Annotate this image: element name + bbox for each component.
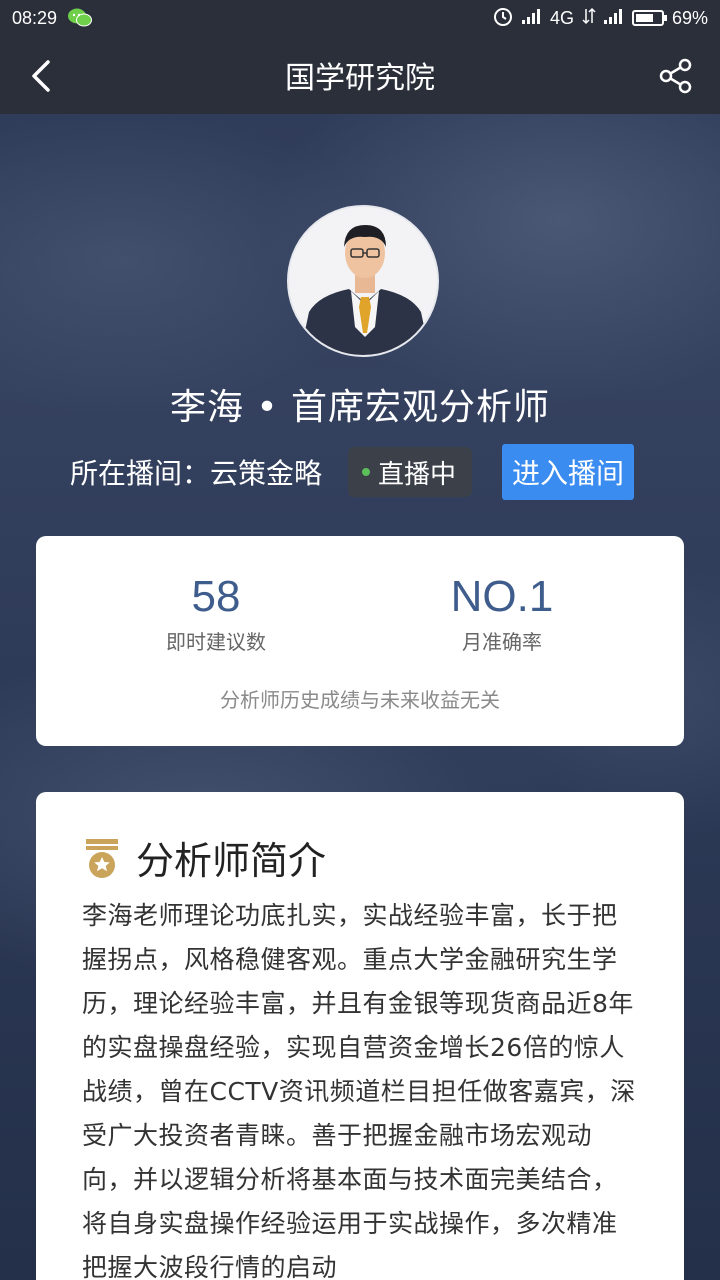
stats-card: 58 即时建议数 NO.1 月准确率 分析师历史成绩与未来收益无关: [36, 536, 684, 746]
battery-percent: 69%: [671, 7, 708, 28]
intro-title: 分析师简介: [136, 839, 327, 883]
back-icon[interactable]: [26, 58, 58, 94]
enter-room-button[interactable]: 进入播间: [502, 444, 635, 500]
room-label: 所在播间：云策金略: [70, 457, 323, 490]
intro-card: 分析师简介 李海老师理论功底扎实，实战经验丰富，长于把握拐点，风格稳健客观。重点…: [36, 792, 684, 1280]
alarm-icon: [492, 5, 514, 32]
accuracy-rank-value: NO.1: [450, 572, 554, 621]
advice-count-label: 即时建议数: [166, 630, 266, 654]
signal-icon-2: [603, 8, 624, 29]
battery-icon: [631, 10, 667, 26]
live-status-label: 直播中: [378, 459, 457, 490]
advice-count-stat: 58 即时建议数: [96, 572, 336, 655]
live-status-badge: 直播中: [348, 447, 473, 497]
intro-text: 李海老师理论功底扎实，实战经验丰富，长于把握拐点，风格稳健客观。重点大学金融研究…: [82, 901, 636, 1280]
status-indicators: 4G 69%: [492, 5, 708, 32]
status-bar: 08:29 4G 69%: [0, 0, 720, 36]
advice-count-value: 58: [191, 572, 241, 621]
signal-icon: [521, 8, 542, 29]
share-icon[interactable]: [658, 58, 694, 94]
network-type: 4G: [549, 7, 574, 28]
data-transfer-icon: [582, 7, 596, 30]
wechat-icon: [67, 7, 93, 29]
page-title: 国学研究院: [285, 61, 435, 96]
intro-header: 分析师简介: [84, 830, 326, 885]
performance-disclaimer: 分析师历史成绩与未来收益无关: [220, 688, 500, 712]
medal-icon: [84, 837, 120, 879]
nav-bar: 国学研究院: [0, 36, 720, 114]
room-row: 所在播间：云策金略 直播中 进入播间: [70, 444, 635, 500]
analyst-avatar: [287, 205, 439, 357]
accuracy-rank-stat: NO.1 月准确率: [382, 572, 622, 655]
status-time: 08:29: [12, 7, 58, 28]
live-dot-icon: [362, 468, 371, 476]
avatar-portrait: [289, 207, 437, 355]
analyst-name-title: 李海 • 首席宏观分析师: [169, 387, 551, 428]
accuracy-rank-label: 月准确率: [462, 630, 542, 654]
